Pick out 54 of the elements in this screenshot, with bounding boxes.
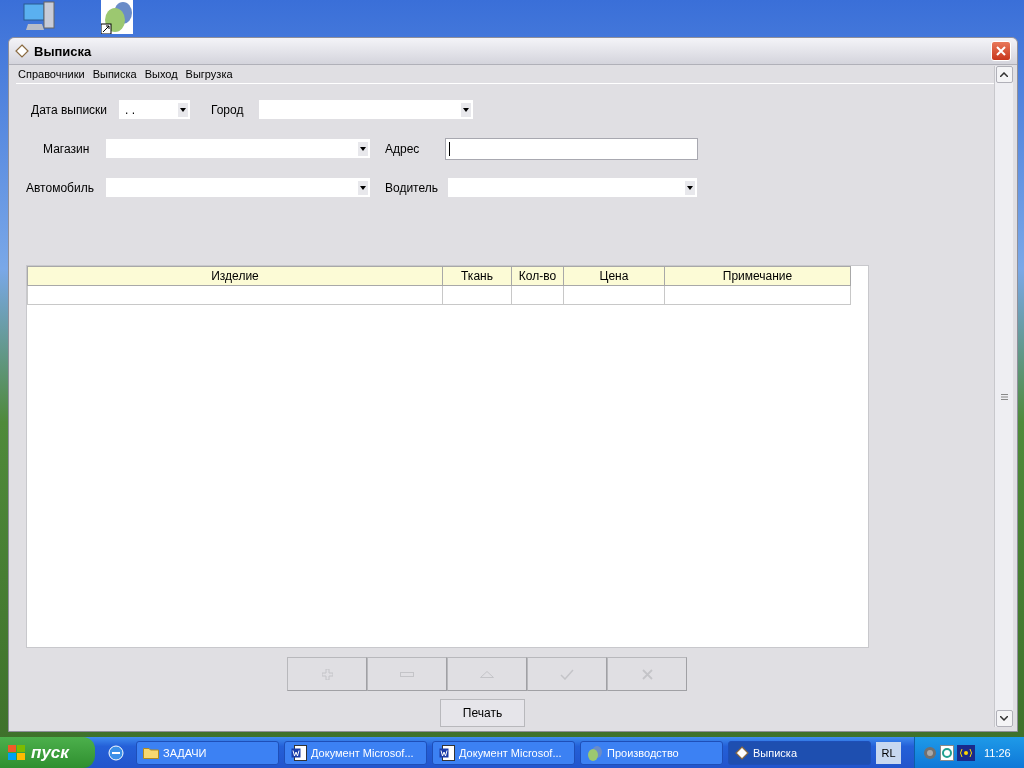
- field-label: Магазин: [43, 141, 91, 156]
- taskbar-button[interactable]: ЗАДАЧИ: [136, 740, 279, 765]
- scroll-up-icon[interactable]: [995, 66, 1013, 83]
- menu-item[interactable]: Выход: [142, 67, 184, 80]
- column-header[interactable]: Ткань: [442, 266, 512, 286]
- speaker-icon[interactable]: [923, 744, 937, 761]
- clock: 11:26: [984, 746, 1011, 759]
- table-cell[interactable]: [442, 285, 512, 305]
- windows-logo-icon: [8, 744, 26, 761]
- field-label: Город: [211, 102, 245, 117]
- column-header[interactable]: Примечание: [664, 266, 851, 286]
- column-header[interactable]: Цена: [563, 266, 665, 286]
- table-cell[interactable]: [563, 285, 665, 305]
- window-icon: [15, 44, 29, 58]
- table-cell[interactable]: [664, 285, 851, 305]
- menu-item[interactable]: Выгрузка: [183, 67, 239, 80]
- wireless-icon[interactable]: [957, 744, 975, 761]
- taskbar-button[interactable]: Производство: [580, 740, 723, 765]
- cross-icon: [641, 668, 653, 680]
- close-icon: [996, 46, 1006, 56]
- field-label: Дата выписки: [31, 102, 109, 117]
- diamond-icon: [735, 745, 749, 760]
- menu-item[interactable]: Справочники: [16, 67, 91, 80]
- document-icon: [439, 744, 455, 761]
- print-button[interactable]: Печать: [440, 699, 525, 727]
- grip-icon: [1000, 393, 1008, 400]
- taskbar-button[interactable]: Документ Microsof...: [284, 740, 427, 765]
- shortcut-icon[interactable]: [101, 0, 133, 34]
- browser-icon[interactable]: [107, 743, 125, 762]
- folder-icon: [143, 746, 159, 759]
- table-cell[interactable]: [511, 285, 564, 305]
- taskbar-button[interactable]: Выписка: [728, 740, 871, 765]
- date-dropdown[interactable]: . .: [119, 100, 190, 120]
- table-cell[interactable]: [27, 285, 443, 305]
- taskbar-button[interactable]: Документ Microsof...: [432, 740, 575, 765]
- minus-icon: [400, 671, 414, 677]
- tray-app-icon[interactable]: [940, 744, 954, 761]
- close-button[interactable]: [991, 41, 1011, 61]
- window-title: Выписка: [34, 43, 93, 59]
- scroll-down-icon[interactable]: [995, 710, 1013, 727]
- column-header[interactable]: Изделие: [27, 266, 443, 286]
- field-label: Автомобиль: [26, 180, 95, 195]
- checkmark-icon: [560, 668, 574, 680]
- language-indicator[interactable]: RL: [876, 741, 901, 764]
- triangle-up-icon: [480, 670, 494, 678]
- column-header[interactable]: Кол-во: [511, 266, 564, 286]
- combo-value: . .: [125, 102, 135, 117]
- menu-item[interactable]: Выписка: [90, 67, 143, 80]
- field-label: Водитель: [385, 180, 439, 195]
- document-icon: [291, 744, 307, 761]
- vertical-scrollbar[interactable]: [994, 66, 1013, 727]
- field-label: Адрес: [385, 141, 421, 156]
- bags-icon: [587, 744, 603, 761]
- address-input-field[interactable]: [445, 137, 698, 160]
